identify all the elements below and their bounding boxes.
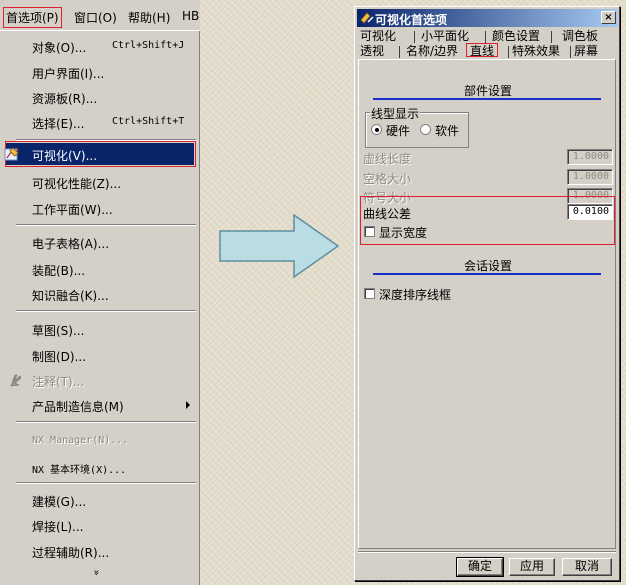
menu-item-weld[interactable]: 焊接(L)... bbox=[0, 514, 200, 536]
menu-item-knowledge-fusion[interactable]: 知识融合(K)... bbox=[0, 283, 200, 305]
tab-screen[interactable]: 屏幕 bbox=[574, 44, 598, 58]
menu-item-palette[interactable]: 资源板(R)... bbox=[0, 86, 200, 108]
menu-help[interactable]: 帮助(H) bbox=[128, 9, 170, 26]
visualization-preferences-dialog: 可视化首选项 × 可视化 小平面化 颜色设置 调色板 透视 名称/边界 直线 特… bbox=[354, 6, 620, 581]
menu-hb[interactable]: HB bbox=[182, 9, 199, 23]
dash-length-label: 虚线长度 bbox=[363, 152, 412, 166]
radio-hardware[interactable] bbox=[371, 124, 382, 135]
menu-item-spreadsheet[interactable]: 电子表格(A)... bbox=[0, 231, 200, 253]
apply-button[interactable]: 应用 bbox=[509, 558, 555, 576]
tab-names-borders[interactable]: 名称/边界 bbox=[406, 44, 458, 58]
submenu-arrow-icon bbox=[186, 401, 190, 409]
annotation-icon bbox=[10, 374, 22, 387]
tab-divider bbox=[570, 46, 571, 58]
dialog-app-icon bbox=[360, 12, 374, 24]
shortcut-label: Ctrl+Shift+J bbox=[112, 40, 185, 51]
menu-item-nx-manager: NX Manager(N)... bbox=[32, 435, 129, 446]
menu-item-modeling[interactable]: 建模(G)... bbox=[0, 489, 200, 511]
tab-visualization[interactable]: 可视化 bbox=[360, 29, 396, 43]
menu-preferences[interactable]: 首选项(P) bbox=[3, 7, 62, 28]
space-size-label: 空格大小 bbox=[363, 172, 412, 186]
menu-separator bbox=[16, 482, 196, 484]
tab-lines[interactable]: 直线 bbox=[466, 43, 499, 58]
menu-item-visualization[interactable]: 可视化(V)... bbox=[4, 143, 194, 165]
cancel-button[interactable]: 取消 bbox=[562, 558, 612, 576]
menu-window[interactable]: 窗口(O) bbox=[74, 9, 117, 26]
tab-divider bbox=[508, 46, 509, 58]
menu-item-nx-gateway[interactable]: NX 基本环境(X)... bbox=[0, 455, 200, 477]
dialog-titlebar[interactable]: 可视化首选项 × bbox=[357, 9, 618, 27]
depth-sort-wireframe-checkbox[interactable] bbox=[364, 288, 375, 299]
more-items-icon[interactable]: » bbox=[91, 569, 102, 575]
tab-perspective[interactable]: 透视 bbox=[360, 44, 384, 58]
section-session-settings: 会话设置 bbox=[463, 259, 512, 273]
radio-hardware-label: 硬件 bbox=[386, 124, 411, 138]
section-part-settings: 部件设置 bbox=[463, 84, 512, 98]
show-width-label: 显示宽度 bbox=[379, 226, 428, 240]
section-underline bbox=[373, 98, 601, 100]
button-row-separator bbox=[358, 551, 616, 553]
tab-divider bbox=[414, 31, 415, 43]
shortcut-label: Ctrl+Shift+T bbox=[112, 116, 185, 127]
ok-button[interactable]: 确定 bbox=[456, 557, 504, 577]
dash-length-field: 1.0000 bbox=[567, 149, 613, 165]
menu-separator bbox=[16, 310, 196, 312]
menu-item-work-plane[interactable]: 工作平面(W)... bbox=[0, 197, 200, 219]
tab-color-settings[interactable]: 颜色设置 bbox=[492, 29, 540, 43]
show-width-checkbox[interactable] bbox=[364, 226, 375, 237]
radio-software[interactable] bbox=[420, 124, 431, 135]
space-size-field: 1.0000 bbox=[567, 169, 613, 185]
preferences-dropdown: 对象(O)... Ctrl+Shift+J 用户界面(I)... 资源板(R).… bbox=[0, 31, 200, 585]
visualization-icon bbox=[4, 147, 19, 161]
menu-separator bbox=[16, 224, 196, 226]
menu-item-assembly[interactable]: 装配(B)... bbox=[0, 258, 200, 280]
menu-item-annotation: 注释(T)... bbox=[0, 369, 200, 391]
radio-software-label: 软件 bbox=[435, 124, 460, 138]
menu-item-sketch[interactable]: 草图(S)... bbox=[0, 318, 200, 340]
menu-item-user-interface[interactable]: 用户界面(I)... bbox=[0, 61, 200, 83]
tab-palette[interactable]: 调色板 bbox=[562, 29, 598, 43]
tab-special-effects[interactable]: 特殊效果 bbox=[512, 44, 560, 58]
depth-sort-wireframe-label: 深度排序线框 bbox=[379, 288, 452, 302]
tab-divider bbox=[399, 46, 400, 58]
tab-divider bbox=[485, 31, 486, 43]
curve-tolerance-label: 曲线公差 bbox=[363, 207, 412, 221]
tab-divider bbox=[551, 31, 552, 43]
section-underline bbox=[373, 273, 601, 275]
lines-tab-panel: 部件设置 线型显示 硬件 软件 虚线长度 1.0000 空格大小 1.0000 … bbox=[358, 59, 616, 549]
menu-bar: 首选项(P) 窗口(O) 帮助(H) HB bbox=[0, 0, 200, 31]
menu-item-selection[interactable]: 选择(E)... Ctrl+Shift+T bbox=[0, 111, 200, 133]
dialog-title: 可视化首选项 bbox=[375, 13, 448, 27]
menu-separator bbox=[16, 421, 196, 423]
menu-item-visualization-performance[interactable]: 可视化性能(Z)... bbox=[0, 171, 200, 193]
right-arrow-icon bbox=[219, 213, 340, 279]
curve-tolerance-field[interactable]: 0.0100 bbox=[567, 204, 613, 220]
menu-item-object[interactable]: 对象(O)... Ctrl+Shift+J bbox=[0, 35, 200, 57]
menu-item-pmi[interactable]: 产品制造信息(M) bbox=[0, 394, 200, 416]
menu-item-drafting[interactable]: 制图(D)... bbox=[0, 344, 200, 366]
line-display-group: 线型显示 硬件 软件 bbox=[365, 105, 469, 148]
menu-item-process-assistant[interactable]: 过程辅助(R)... bbox=[0, 540, 200, 562]
line-display-label: 线型显示 bbox=[370, 105, 421, 122]
close-icon[interactable]: × bbox=[601, 11, 616, 24]
tab-faceting[interactable]: 小平面化 bbox=[421, 29, 469, 43]
